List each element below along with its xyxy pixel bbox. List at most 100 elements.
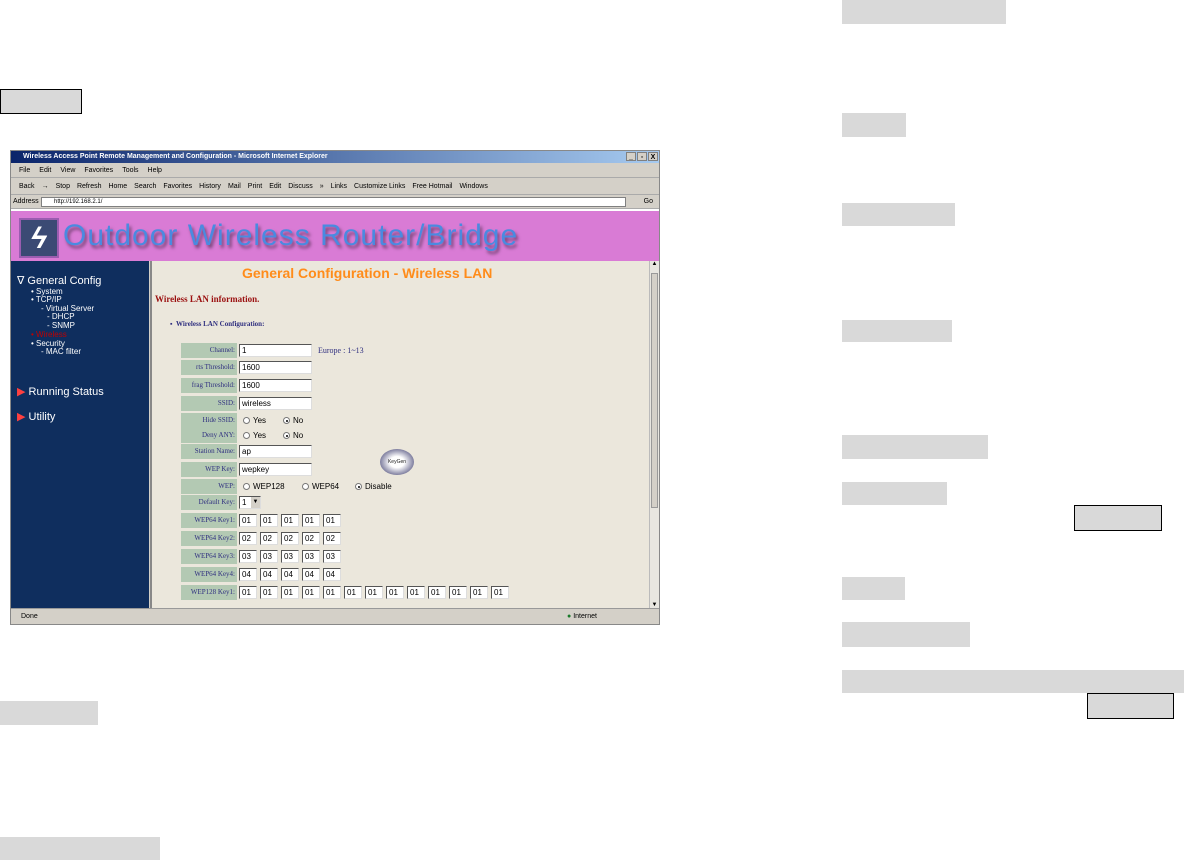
- go-button[interactable]: Go: [644, 198, 653, 205]
- nav-utility[interactable]: ▶ Utility: [17, 410, 55, 423]
- mail-button[interactable]: Mail: [228, 183, 241, 190]
- wep64-radio[interactable]: WEP64: [302, 480, 339, 493]
- deny-any-label: Deny ANY:: [181, 428, 237, 443]
- ssid-label: SSID:: [181, 396, 237, 411]
- refresh-button[interactable]: Refresh: [77, 183, 102, 190]
- nav-dhcp[interactable]: - DHCP: [47, 313, 75, 321]
- wep128-key1-byte-input[interactable]: 01: [491, 586, 509, 599]
- deny-any-yes-radio[interactable]: Yes: [243, 429, 266, 442]
- wep128-key1-byte-input[interactable]: 01: [239, 586, 257, 599]
- maximize-button[interactable]: ▫: [637, 152, 647, 161]
- back-button[interactable]: Back: [19, 183, 35, 190]
- radio-label: No: [293, 431, 304, 440]
- wep64-key1-byte-input[interactable]: 01: [281, 514, 299, 527]
- nav-running-status[interactable]: ▶ Running Status: [17, 385, 104, 398]
- wep128-key1-byte-input[interactable]: 01: [407, 586, 425, 599]
- wep64-key4-byte-input[interactable]: 04: [260, 568, 278, 581]
- wep128-key1-byte-input[interactable]: 01: [344, 586, 362, 599]
- window-title: Wireless Access Point Remote Management …: [23, 153, 328, 160]
- home-button[interactable]: Home: [108, 183, 127, 190]
- wep128-key1-byte-input[interactable]: 01: [470, 586, 488, 599]
- wep128-key1-byte-input[interactable]: 01: [365, 586, 383, 599]
- vertical-scrollbar[interactable]: ▲ ▼: [649, 261, 659, 608]
- station-name-label: Station Name:: [181, 444, 237, 459]
- radio-label: WEP64: [312, 482, 340, 491]
- wep-disable-radio[interactable]: Disable: [355, 480, 392, 493]
- address-bar: Address http://192.168.2.1/ Go: [11, 195, 659, 209]
- wep64-key1-byte-input[interactable]: 01: [323, 514, 341, 527]
- wep64-key1-byte-input[interactable]: 01: [260, 514, 278, 527]
- discuss-button[interactable]: Discuss: [288, 183, 313, 190]
- wep64-key3-byte-input[interactable]: 03: [302, 550, 320, 563]
- deny-any-no-radio[interactable]: No: [283, 429, 303, 442]
- nav-general-config[interactable]: ∇ General Config: [17, 274, 101, 287]
- wep64-key2-byte-input[interactable]: 02: [323, 532, 341, 545]
- edit-button[interactable]: Edit: [269, 183, 281, 190]
- radio-label: WEP128: [253, 482, 285, 491]
- hide-ssid-label: Hide SSID:: [181, 413, 237, 428]
- search-button[interactable]: Search: [134, 183, 156, 190]
- link-windows[interactable]: Windows: [459, 183, 487, 190]
- more-button[interactable]: »: [320, 183, 324, 190]
- wep64-key4-byte-input[interactable]: 04: [302, 568, 320, 581]
- nav-tcpip[interactable]: • TCP/IP: [31, 296, 62, 304]
- wep64-key3-byte-input[interactable]: 03: [323, 550, 341, 563]
- wep128-key1-byte-input[interactable]: 01: [386, 586, 404, 599]
- print-button[interactable]: Print: [248, 183, 262, 190]
- default-key-select[interactable]: 1 ▼: [239, 496, 261, 509]
- menu-favorites[interactable]: Favorites: [84, 167, 113, 174]
- menu-edit[interactable]: Edit: [39, 167, 51, 174]
- station-name-input[interactable]: ap: [239, 445, 312, 458]
- link-hotmail[interactable]: Free Hotmail: [412, 183, 452, 190]
- nav-wireless[interactable]: • Wireless: [31, 331, 67, 339]
- wep64-key3-byte-input[interactable]: 03: [239, 550, 257, 563]
- history-button[interactable]: History: [199, 183, 221, 190]
- wep64-key2-byte-input[interactable]: 02: [260, 532, 278, 545]
- menu-view[interactable]: View: [60, 167, 75, 174]
- wep128-key1-byte-input[interactable]: 01: [260, 586, 278, 599]
- frag-input[interactable]: 1600: [239, 379, 312, 392]
- wep64-key2-byte-input[interactable]: 02: [302, 532, 320, 545]
- minimize-button[interactable]: _: [626, 152, 636, 161]
- hide-ssid-yes-radio[interactable]: Yes: [243, 414, 266, 427]
- highlight-box: [842, 622, 970, 647]
- scroll-thumb[interactable]: [651, 273, 658, 508]
- browser-screenshot: Wireless Access Point Remote Management …: [10, 150, 660, 625]
- wep64-key2-byte-input[interactable]: 02: [281, 532, 299, 545]
- hide-ssid-no-radio[interactable]: No: [283, 414, 303, 427]
- channel-input[interactable]: 1: [239, 344, 312, 357]
- nav-snmp[interactable]: - SNMP: [47, 322, 75, 330]
- wep64-key1-byte-input[interactable]: 01: [239, 514, 257, 527]
- wep128-key1-byte-input[interactable]: 01: [302, 586, 320, 599]
- ssid-input[interactable]: wireless: [239, 397, 312, 410]
- address-input[interactable]: http://192.168.2.1/: [41, 197, 626, 207]
- stop-button[interactable]: Stop: [56, 183, 70, 190]
- close-button[interactable]: X: [648, 152, 658, 161]
- menu-file[interactable]: File: [19, 167, 30, 174]
- wep64-key3-byte-input[interactable]: 03: [281, 550, 299, 563]
- favorites-button[interactable]: Favorites: [163, 183, 192, 190]
- wep64-key4-byte-input[interactable]: 04: [281, 568, 299, 581]
- wep128-key1-byte-input[interactable]: 01: [323, 586, 341, 599]
- wep64-key1-byte-input[interactable]: 01: [302, 514, 320, 527]
- wep128-key1-byte-input[interactable]: 01: [449, 586, 467, 599]
- wep64-key4-byte-input[interactable]: 04: [323, 568, 341, 581]
- link-customize[interactable]: Customize Links: [354, 183, 405, 190]
- wep64-key3-byte-input[interactable]: 03: [260, 550, 278, 563]
- frag-label: frag Threshold:: [181, 378, 237, 393]
- banner-title: Outdoor Wireless Router/Bridge: [63, 219, 519, 252]
- wep128-key1-byte-input[interactable]: 01: [428, 586, 446, 599]
- forward-button[interactable]: →: [42, 183, 49, 190]
- rts-input[interactable]: 1600: [239, 361, 312, 374]
- menu-tools[interactable]: Tools: [122, 167, 138, 174]
- nav-mac-filter[interactable]: - MAC filter: [41, 348, 81, 356]
- highlight-box: [842, 435, 988, 459]
- wep128-key1-byte-input[interactable]: 01: [281, 586, 299, 599]
- wep64-key4-byte-input[interactable]: 04: [239, 568, 257, 581]
- wep-key-input[interactable]: wepkey: [239, 463, 312, 476]
- scroll-up-icon[interactable]: ▲: [650, 261, 659, 267]
- wep128-radio[interactable]: WEP128: [243, 480, 285, 493]
- wep64-key2-byte-input[interactable]: 02: [239, 532, 257, 545]
- menu-help[interactable]: Help: [148, 167, 162, 174]
- keygen-button[interactable]: KeyGen: [380, 449, 414, 475]
